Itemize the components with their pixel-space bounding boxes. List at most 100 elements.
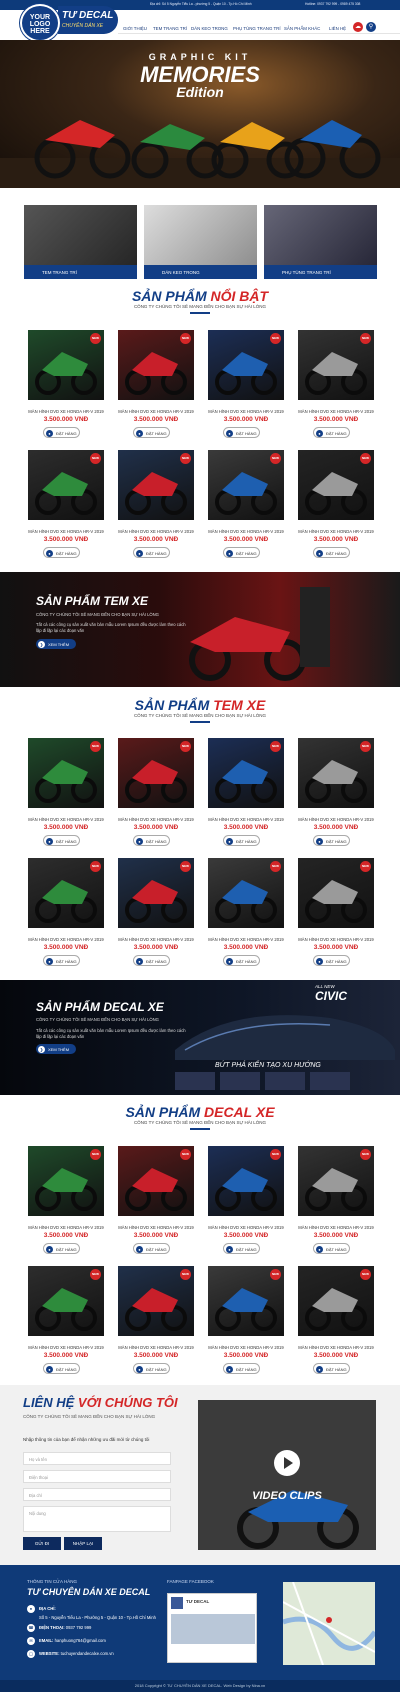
product-card[interactable]: NEW MÀN HÌNH DVD XE HONDA HR-V 2019 3.500.…	[116, 450, 196, 561]
product-name[interactable]: MÀN HÌNH DVD XE HONDA HR-V 2019	[296, 937, 376, 942]
product-name[interactable]: MÀN HÌNH DVD XE HONDA HR-V 2019	[206, 1345, 286, 1350]
order-button[interactable]: ● ĐẶT HÀNG	[43, 547, 80, 558]
order-button[interactable]: ● ĐẶT HÀNG	[223, 835, 260, 846]
order-button[interactable]: ● ĐẶT HÀNG	[43, 427, 80, 438]
product-name[interactable]: MÀN HÌNH DVD XE HONDA HR-V 2019	[26, 937, 106, 942]
product-card[interactable]: NEW MÀN HÌNH DVD XE HONDA HR-V 2019 3.500.…	[116, 330, 196, 441]
product-name[interactable]: MÀN HÌNH DVD XE HONDA HR-V 2019	[296, 1225, 376, 1230]
order-button[interactable]: ● ĐẶT HÀNG	[133, 955, 170, 966]
view-more-button[interactable]: ❯ XEM THÊM	[36, 639, 76, 649]
product-name[interactable]: MÀN HÌNH DVD XE HONDA HR-V 2019	[26, 529, 106, 534]
nav-item-san-pham-khac[interactable]: SẢN PHẨM KHÁC	[284, 26, 320, 31]
product-image[interactable]: NEW	[118, 1266, 194, 1336]
product-name[interactable]: MÀN HÌNH DVD XE HONDA HR-V 2019	[116, 937, 196, 942]
product-card[interactable]: NEW MÀN HÌNH DVD XE HONDA HR-V 2019 3.500.…	[206, 858, 286, 969]
facebook-widget[interactable]: TƯ DECAL	[167, 1593, 257, 1663]
product-name[interactable]: MÀN HÌNH DVD XE HONDA HR-V 2019	[206, 529, 286, 534]
product-image[interactable]: NEW	[28, 450, 104, 520]
category-tile[interactable]: PHỤ TÙNG TRANG TRÍ	[264, 205, 377, 279]
order-button[interactable]: ● ĐẶT HÀNG	[223, 1363, 260, 1374]
product-image[interactable]: NEW	[208, 450, 284, 520]
product-card[interactable]: NEW MÀN HÌNH DVD XE HONDA HR-V 2019 3.500.…	[206, 330, 286, 441]
product-image[interactable]: NEW	[118, 450, 194, 520]
address-field[interactable]: Địa chỉ	[23, 1488, 171, 1501]
order-button[interactable]: ● ĐẶT HÀNG	[223, 547, 260, 558]
product-image[interactable]: NEW	[208, 1146, 284, 1216]
send-button[interactable]: GỬI ĐI	[23, 1537, 61, 1550]
product-image[interactable]: NEW	[118, 330, 194, 400]
nav-item-tem-trang-tri[interactable]: TEM TRANG TRÍ	[153, 26, 187, 31]
order-button[interactable]: ● ĐẶT HÀNG	[223, 955, 260, 966]
cart-icon[interactable]: ☁	[353, 22, 363, 32]
order-button[interactable]: ● ĐẶT HÀNG	[313, 547, 350, 558]
nav-item-phu-tung[interactable]: PHỤ TÙNG TRANG TRÍ	[233, 26, 281, 31]
product-image[interactable]: NEW	[298, 1146, 374, 1216]
product-image[interactable]: NEW	[298, 450, 374, 520]
phone-field[interactable]: Điện thoại	[23, 1470, 171, 1483]
product-name[interactable]: MÀN HÌNH DVD XE HONDA HR-V 2019	[296, 1345, 376, 1350]
product-image[interactable]: NEW	[28, 1146, 104, 1216]
order-button[interactable]: ● ĐẶT HÀNG	[313, 1363, 350, 1374]
product-image[interactable]: NEW	[208, 1266, 284, 1336]
order-button[interactable]: ● ĐẶT HÀNG	[133, 1243, 170, 1254]
product-name[interactable]: MÀN HÌNH DVD XE HONDA HR-V 2019	[296, 529, 376, 534]
product-card[interactable]: NEW MÀN HÌNH DVD XE HONDA HR-V 2019 3.500.…	[296, 1146, 376, 1257]
category-tile[interactable]: DÁN KEO TRONG	[144, 205, 257, 279]
product-name[interactable]: MÀN HÌNH DVD XE HONDA HR-V 2019	[206, 1225, 286, 1230]
product-card[interactable]: NEW MÀN HÌNH DVD XE HONDA HR-V 2019 3.500.…	[296, 330, 376, 441]
order-button[interactable]: ● ĐẶT HÀNG	[223, 427, 260, 438]
product-image[interactable]: NEW	[28, 738, 104, 808]
name-field[interactable]: Họ và tên	[23, 1452, 171, 1465]
product-name[interactable]: MÀN HÌNH DVD XE HONDA HR-V 2019	[26, 1345, 106, 1350]
product-card[interactable]: NEW MÀN HÌNH DVD XE HONDA HR-V 2019 3.500.…	[26, 330, 106, 441]
order-button[interactable]: ● ĐẶT HÀNG	[133, 835, 170, 846]
order-button[interactable]: ● ĐẶT HÀNG	[133, 427, 170, 438]
nav-item-dan-keo-trong[interactable]: DÁN KEO TRONG	[191, 26, 228, 31]
product-image[interactable]: NEW	[28, 1266, 104, 1336]
product-image[interactable]: NEW	[208, 858, 284, 928]
play-icon[interactable]	[274, 1450, 300, 1476]
product-card[interactable]: NEW MÀN HÌNH DVD XE HONDA HR-V 2019 3.500.…	[296, 858, 376, 969]
message-field[interactable]: Nội dung	[23, 1506, 171, 1532]
order-button[interactable]: ● ĐẶT HÀNG	[223, 1243, 260, 1254]
product-card[interactable]: NEW MÀN HÌNH DVD XE HONDA HR-V 2019 3.500.…	[206, 1266, 286, 1377]
product-image[interactable]: NEW	[298, 738, 374, 808]
order-button[interactable]: ● ĐẶT HÀNG	[43, 955, 80, 966]
video-panel[interactable]: VIDEO CLIPS	[198, 1400, 376, 1550]
product-name[interactable]: MÀN HÌNH DVD XE HONDA HR-V 2019	[26, 817, 106, 822]
product-card[interactable]: NEW MÀN HÌNH DVD XE HONDA HR-V 2019 3.500.…	[296, 1266, 376, 1377]
product-card[interactable]: NEW MÀN HÌNH DVD XE HONDA HR-V 2019 3.500.…	[116, 1266, 196, 1377]
product-card[interactable]: NEW MÀN HÌNH DVD XE HONDA HR-V 2019 3.500.…	[26, 1266, 106, 1377]
product-name[interactable]: MÀN HÌNH DVD XE HONDA HR-V 2019	[26, 1225, 106, 1230]
product-card[interactable]: NEW MÀN HÌNH DVD XE HONDA HR-V 2019 3.500.…	[116, 1146, 196, 1257]
product-name[interactable]: MÀN HÌNH DVD XE HONDA HR-V 2019	[296, 409, 376, 414]
product-image[interactable]: NEW	[118, 858, 194, 928]
product-card[interactable]: NEW MÀN HÌNH DVD XE HONDA HR-V 2019 3.500.…	[116, 738, 196, 849]
product-image[interactable]: NEW	[298, 1266, 374, 1336]
order-button[interactable]: ● ĐẶT HÀNG	[313, 427, 350, 438]
product-image[interactable]: NEW	[118, 738, 194, 808]
order-button[interactable]: ● ĐẶT HÀNG	[43, 835, 80, 846]
nav-item-lien-he[interactable]: LIÊN HỆ	[329, 26, 346, 31]
order-button[interactable]: ● ĐẶT HÀNG	[43, 1363, 80, 1374]
order-button[interactable]: ● ĐẶT HÀNG	[133, 1363, 170, 1374]
order-button[interactable]: ● ĐẶT HÀNG	[313, 1243, 350, 1254]
product-card[interactable]: NEW MÀN HÌNH DVD XE HONDA HR-V 2019 3.500.…	[26, 738, 106, 849]
order-button[interactable]: ● ĐẶT HÀNG	[313, 955, 350, 966]
product-image[interactable]: NEW	[208, 330, 284, 400]
product-image[interactable]: NEW	[208, 738, 284, 808]
product-name[interactable]: MÀN HÌNH DVD XE HONDA HR-V 2019	[296, 817, 376, 822]
view-more-button[interactable]: ❯ XEM THÊM	[36, 1044, 76, 1054]
order-button[interactable]: ● ĐẶT HÀNG	[133, 547, 170, 558]
product-image[interactable]: NEW	[28, 858, 104, 928]
product-name[interactable]: MÀN HÌNH DVD XE HONDA HR-V 2019	[116, 529, 196, 534]
product-card[interactable]: NEW MÀN HÌNH DVD XE HONDA HR-V 2019 3.500.…	[26, 450, 106, 561]
product-card[interactable]: NEW MÀN HÌNH DVD XE HONDA HR-V 2019 3.500.…	[26, 858, 106, 969]
product-name[interactable]: MÀN HÌNH DVD XE HONDA HR-V 2019	[116, 1225, 196, 1230]
search-icon[interactable]: ⚲	[366, 22, 376, 32]
product-card[interactable]: NEW MÀN HÌNH DVD XE HONDA HR-V 2019 3.500.…	[206, 738, 286, 849]
product-card[interactable]: NEW MÀN HÌNH DVD XE HONDA HR-V 2019 3.500.…	[26, 1146, 106, 1257]
product-image[interactable]: NEW	[298, 330, 374, 400]
site-logo[interactable]: YOUR LOGO HERE	[20, 4, 60, 42]
product-card[interactable]: NEW MÀN HÌNH DVD XE HONDA HR-V 2019 3.500.…	[116, 858, 196, 969]
